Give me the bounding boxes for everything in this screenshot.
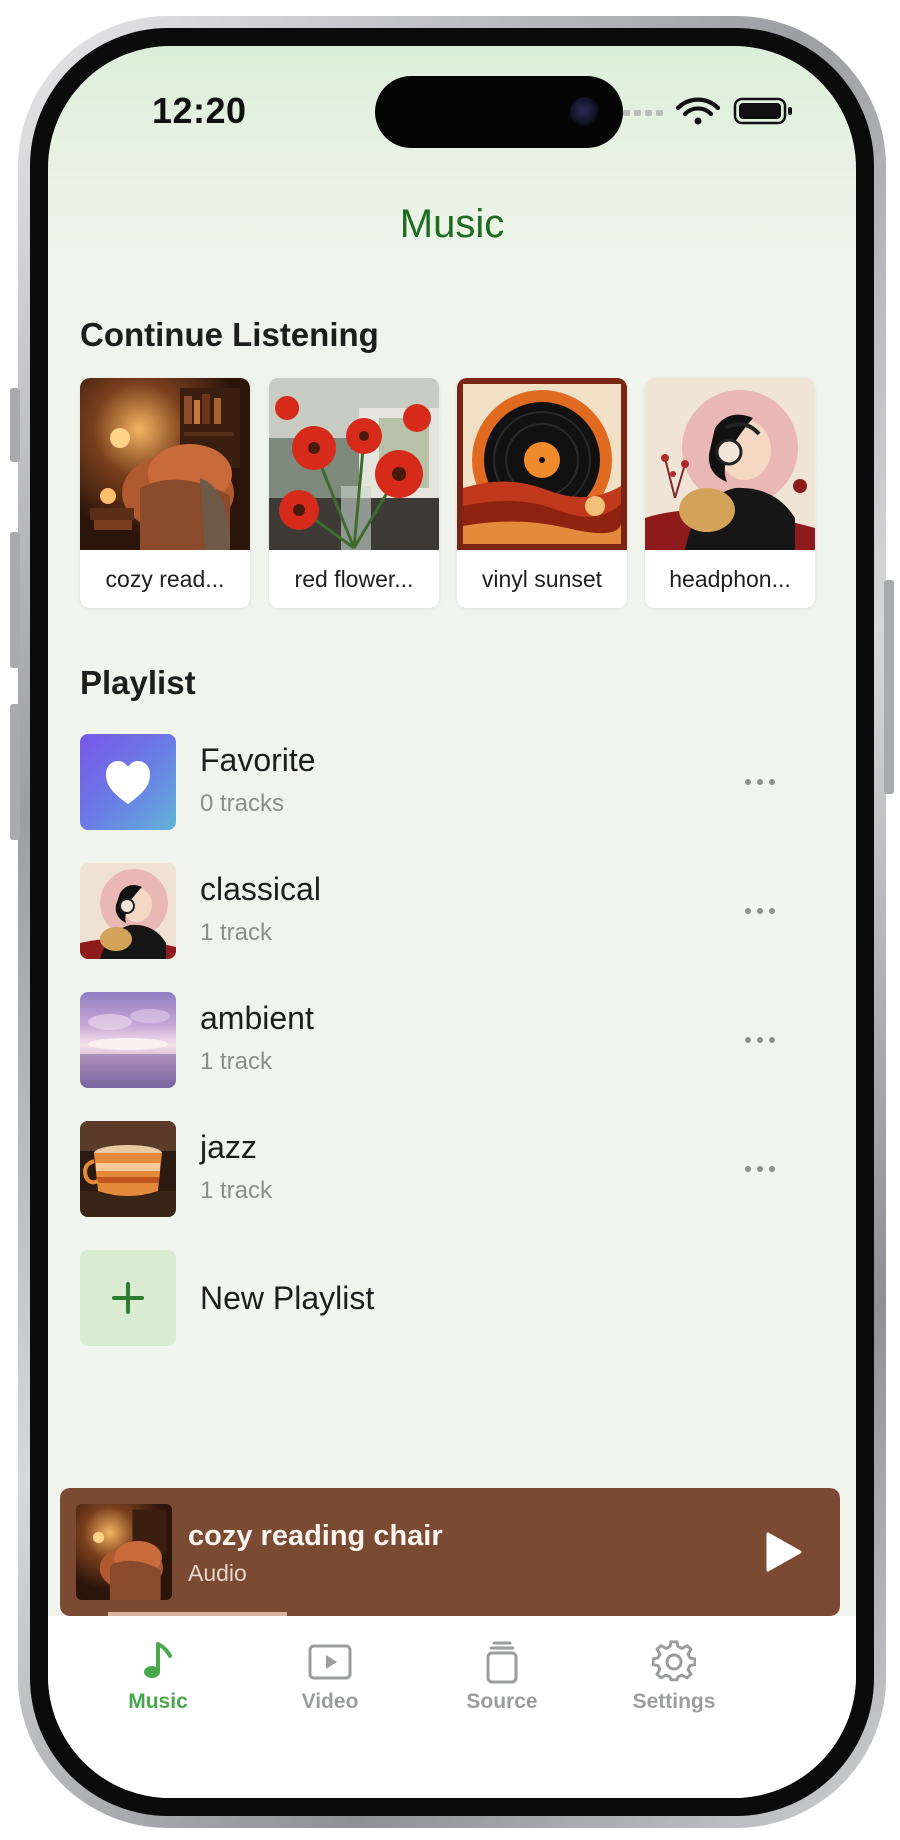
playlist-name: jazz (200, 1129, 257, 1165)
continue-card-headphones[interactable]: headphon... (645, 378, 815, 608)
continue-card-label: cozy read... (105, 566, 225, 592)
playlist-item-favorite[interactable]: Favorite 0 tracks (80, 734, 820, 830)
more-options-icon[interactable] (740, 1026, 780, 1054)
now-playing-bar[interactable]: cozy reading chair Audio (60, 1488, 840, 1616)
now-playing-thumb (76, 1504, 172, 1600)
continue-card-label: headphon... (669, 566, 791, 592)
continue-listening-heading: Continue Listening (80, 316, 379, 353)
source-cylinder-icon (486, 1641, 518, 1684)
playlist-item-classical[interactable]: classical 1 track (80, 863, 820, 959)
battery-icon (733, 97, 792, 125)
more-options-icon[interactable] (740, 1155, 780, 1183)
cellular-signal-icon (623, 110, 663, 116)
new-playlist-button[interactable]: New Playlist (80, 1250, 820, 1346)
tab-music[interactable]: Music (88, 1640, 228, 1740)
continue-card-vinyl-sunset[interactable]: vinyl sunset (457, 378, 627, 608)
jazz-thumb (80, 1121, 176, 1217)
new-playlist-thumb (80, 1250, 176, 1346)
favorite-thumb (80, 734, 176, 830)
gear-icon (652, 1640, 696, 1682)
headphones-art (645, 378, 815, 550)
status-time: 12:20 (152, 90, 247, 131)
more-options-icon[interactable] (740, 897, 780, 925)
dynamic-island (375, 76, 623, 148)
continue-card-cozy[interactable]: cozy read... (80, 378, 250, 608)
wifi-icon (675, 97, 721, 125)
volume-down-button (10, 704, 20, 840)
playlist-item-jazz[interactable]: jazz 1 track (80, 1121, 820, 1217)
continue-card-red-flowers[interactable]: red flower... (269, 378, 439, 608)
cozy-reading-chair-art (76, 1504, 172, 1600)
now-playing-subtitle: Audio (188, 1560, 247, 1586)
tab-source[interactable]: Source (432, 1640, 572, 1740)
playlist-name: classical (200, 871, 321, 907)
front-camera (570, 97, 600, 127)
play-icon[interactable] (760, 1530, 804, 1574)
tab-label: Source (466, 1690, 538, 1713)
tab-label: Settings (632, 1690, 716, 1713)
headphones-art (80, 863, 176, 959)
heart-icon (106, 761, 150, 804)
power-button (884, 580, 894, 794)
playlist-count: 1 track (200, 919, 273, 946)
now-playing-title: cozy reading chair (188, 1520, 443, 1552)
playlist-count: 1 track (200, 1048, 273, 1075)
volume-up-button (10, 532, 20, 668)
more-options-icon[interactable] (740, 768, 780, 796)
coffee-cup-art (80, 1121, 176, 1217)
ambient-thumb (80, 992, 176, 1088)
tab-bar: Music Video Source Settings (48, 1616, 856, 1798)
red-flowers-art (269, 378, 439, 550)
tab-settings[interactable]: Settings (604, 1640, 744, 1740)
video-play-icon (308, 1644, 352, 1680)
playlist-item-ambient[interactable]: ambient 1 track (80, 992, 820, 1088)
action-button (10, 388, 20, 462)
tab-label: Video (301, 1690, 359, 1713)
vinyl-sunset-art (457, 378, 627, 550)
cozy-reading-chair-art (80, 378, 250, 550)
music-note-icon (144, 1642, 172, 1678)
playlist-name: Favorite (200, 742, 316, 778)
playlist-count: 0 tracks (200, 790, 285, 817)
tab-label: Music (128, 1690, 188, 1713)
tab-video[interactable]: Video (260, 1640, 400, 1740)
new-playlist-label: New Playlist (200, 1280, 375, 1316)
status-icons (623, 97, 792, 125)
page-title: Music (399, 202, 505, 246)
playlist-heading: Playlist (80, 664, 196, 701)
playlist-name: ambient (200, 1000, 314, 1036)
sky-art (80, 1009, 176, 1088)
plus-icon (112, 1282, 144, 1314)
playlist-count: 1 track (200, 1177, 273, 1204)
classical-thumb (80, 863, 176, 959)
app-screen: 12:20 Music Continue Listening cozy read… (48, 46, 856, 1798)
continue-card-label: red flower... (294, 566, 414, 592)
continue-card-label: vinyl sunset (481, 566, 603, 592)
